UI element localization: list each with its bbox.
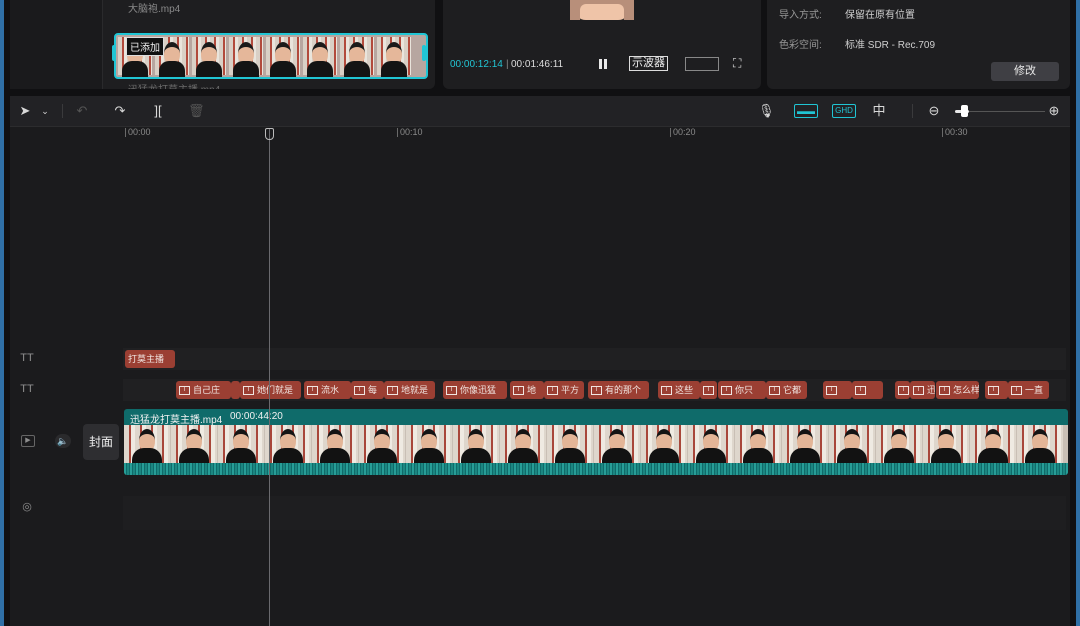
subtitle-clip[interactable]: T 这些 (658, 381, 700, 399)
subtitle-clip[interactable]: T (895, 381, 910, 399)
properties-panel: 导入方式: 保留在原有位置 色彩空间: 标准 SDR - Rec.709 修改 (767, 0, 1070, 89)
subtitle-clip[interactable]: T迅猛 (910, 381, 935, 399)
video-clip-name: 迅猛龙打莫主播.mp4 (130, 415, 223, 426)
chevron-down-icon[interactable]: ⌄ (40, 103, 50, 119)
subtitle-clip[interactable]: T每 (351, 381, 384, 399)
timeline-toolbar: ➤ ⌄ ↶ ↷ ][ 🗑 🎙 ▬▬ GHD 中 ⊖ ⊕ (10, 96, 1070, 127)
ruler-tick: 00:00 (125, 128, 151, 137)
magnet-snap-icon[interactable]: ▬▬ (794, 104, 818, 118)
ruler-tick: 00:10 (397, 128, 423, 137)
audio-track-icon[interactable]: ◎ (19, 500, 35, 514)
subtitle-clip[interactable]: T 流水 (304, 381, 351, 399)
trim-handle-left[interactable] (112, 45, 116, 61)
subtitle-track-icon[interactable]: TT (19, 382, 35, 396)
import-mode-value: 保留在原有位置 (845, 10, 915, 21)
import-mode-label: 导入方式: (779, 10, 822, 21)
total-timecode: 00:01:46:11 (511, 59, 564, 70)
text-lane (123, 348, 1066, 370)
delete-icon[interactable]: 🗑 (188, 103, 205, 119)
color-space-value: 标准 SDR - Rec.709 (845, 40, 936, 51)
center-align-icon[interactable]: 中 (870, 103, 888, 119)
current-timecode: 00:00:12:14 (450, 59, 503, 70)
title-clip[interactable]: 打莫主播 (125, 350, 175, 368)
media-file-name-bottom[interactable]: 迅猛龙打莫主播.mp4 (128, 81, 220, 89)
subtitle-clip[interactable]: T 怎么样 (936, 381, 979, 399)
redo-icon[interactable]: ↷ (112, 103, 128, 119)
thumbnail-frame (266, 37, 300, 77)
microphone-icon[interactable]: 🎙 (758, 103, 775, 119)
subtitle-clip[interactable]: T (985, 381, 1008, 399)
app-window: 大脑袍.mp4 已添加 迅猛龙打莫主播.mp4 00:00:12:14 | 00… (0, 0, 1080, 626)
video-clip-frames (124, 425, 1068, 463)
subtitle-clip[interactable] (231, 381, 240, 399)
trim-handle-right[interactable] (422, 45, 426, 61)
subtitle-clip[interactable]: T 它都 (766, 381, 807, 399)
aspect-ratio-button[interactable] (685, 57, 719, 71)
subtitle-clip[interactable]: T 你只 (718, 381, 766, 399)
subtitle-clip[interactable]: T (700, 381, 717, 399)
ruler-tick: 00:30 (942, 128, 968, 137)
video-clip[interactable]: 迅猛龙打莫主播.mp4 00:00:44:20 (124, 409, 1068, 475)
toolbar-divider (912, 104, 913, 118)
toolbar-divider (62, 104, 63, 118)
video-preview (570, 0, 634, 20)
playhead-handle[interactable] (265, 128, 274, 140)
subtitle-clip[interactable]: T 地就是 (384, 381, 435, 399)
text-track-icon[interactable]: TT (19, 351, 35, 365)
thumbnail-frame (229, 37, 263, 77)
window-edge-left (0, 0, 4, 626)
volume-icon[interactable]: 🔈 (55, 434, 71, 448)
media-sidebar (10, 0, 103, 89)
time-ruler[interactable]: 00:00 00:10 00:20 00:30 (10, 126, 1070, 140)
playhead-line[interactable] (269, 128, 270, 626)
zoom-slider-handle[interactable] (961, 105, 968, 117)
subtitle-clip[interactable]: T地 (510, 381, 544, 399)
subtitle-clip[interactable]: T 平方 (544, 381, 584, 399)
modify-button[interactable]: 修改 (991, 62, 1059, 81)
video-track-icon[interactable]: ▶ (21, 435, 35, 447)
fullscreen-icon[interactable]: ⛶ (733, 57, 745, 69)
thumbnail-frame (192, 37, 226, 77)
thumbnail-frame (377, 37, 411, 77)
subtitle-clip[interactable]: T (852, 381, 883, 399)
pause-icon[interactable] (597, 58, 609, 70)
thumbnail-frame (303, 37, 337, 77)
timeline-panel: ➤ ⌄ ↶ ↷ ][ 🗑 🎙 ▬▬ GHD 中 ⊖ ⊕ 00:00 00:10 … (10, 96, 1070, 626)
color-space-label: 色彩空间: (779, 40, 822, 51)
zoom-in-icon[interactable]: ⊕ (1046, 103, 1062, 119)
player-panel: 00:00:12:14 | 00:01:46:11 示波器 ⛶ (443, 0, 761, 89)
media-file-name-top[interactable]: 大脑袍.mp4 (128, 0, 180, 15)
audio-lane (123, 496, 1066, 530)
undo-icon[interactable]: ↶ (74, 103, 90, 119)
audio-waveform (124, 463, 1068, 475)
select-cursor-icon[interactable]: ➤ (18, 103, 32, 119)
zoom-out-icon[interactable]: ⊖ (926, 103, 942, 119)
scope-button[interactable]: 示波器 (629, 56, 668, 71)
subtitle-clip[interactable]: T 有的那个 (588, 381, 649, 399)
subtitle-clip[interactable]: T 她们就是 (240, 381, 301, 399)
added-badge: 已添加 (126, 37, 164, 56)
subtitle-clip[interactable]: T 自己庄 (176, 381, 231, 399)
subtitle-clip[interactable]: T 你像迅猛 (443, 381, 507, 399)
thumbnail-frame (340, 37, 374, 77)
video-clip-duration: 00:00:44:20 (230, 411, 283, 422)
subtitle-clip[interactable]: T (823, 381, 852, 399)
split-icon[interactable]: ][ (150, 103, 166, 119)
media-panel: 大脑袍.mp4 已添加 迅猛龙打莫主播.mp4 (10, 0, 435, 89)
window-edge-right (1076, 0, 1080, 626)
ruler-tick: 00:20 (670, 128, 696, 137)
subtitle-clip[interactable]: T 一直 (1008, 381, 1049, 399)
timecode-separator: | (506, 59, 509, 70)
cover-button[interactable]: 封面 (83, 424, 119, 460)
link-icon[interactable]: GHD (832, 104, 856, 118)
